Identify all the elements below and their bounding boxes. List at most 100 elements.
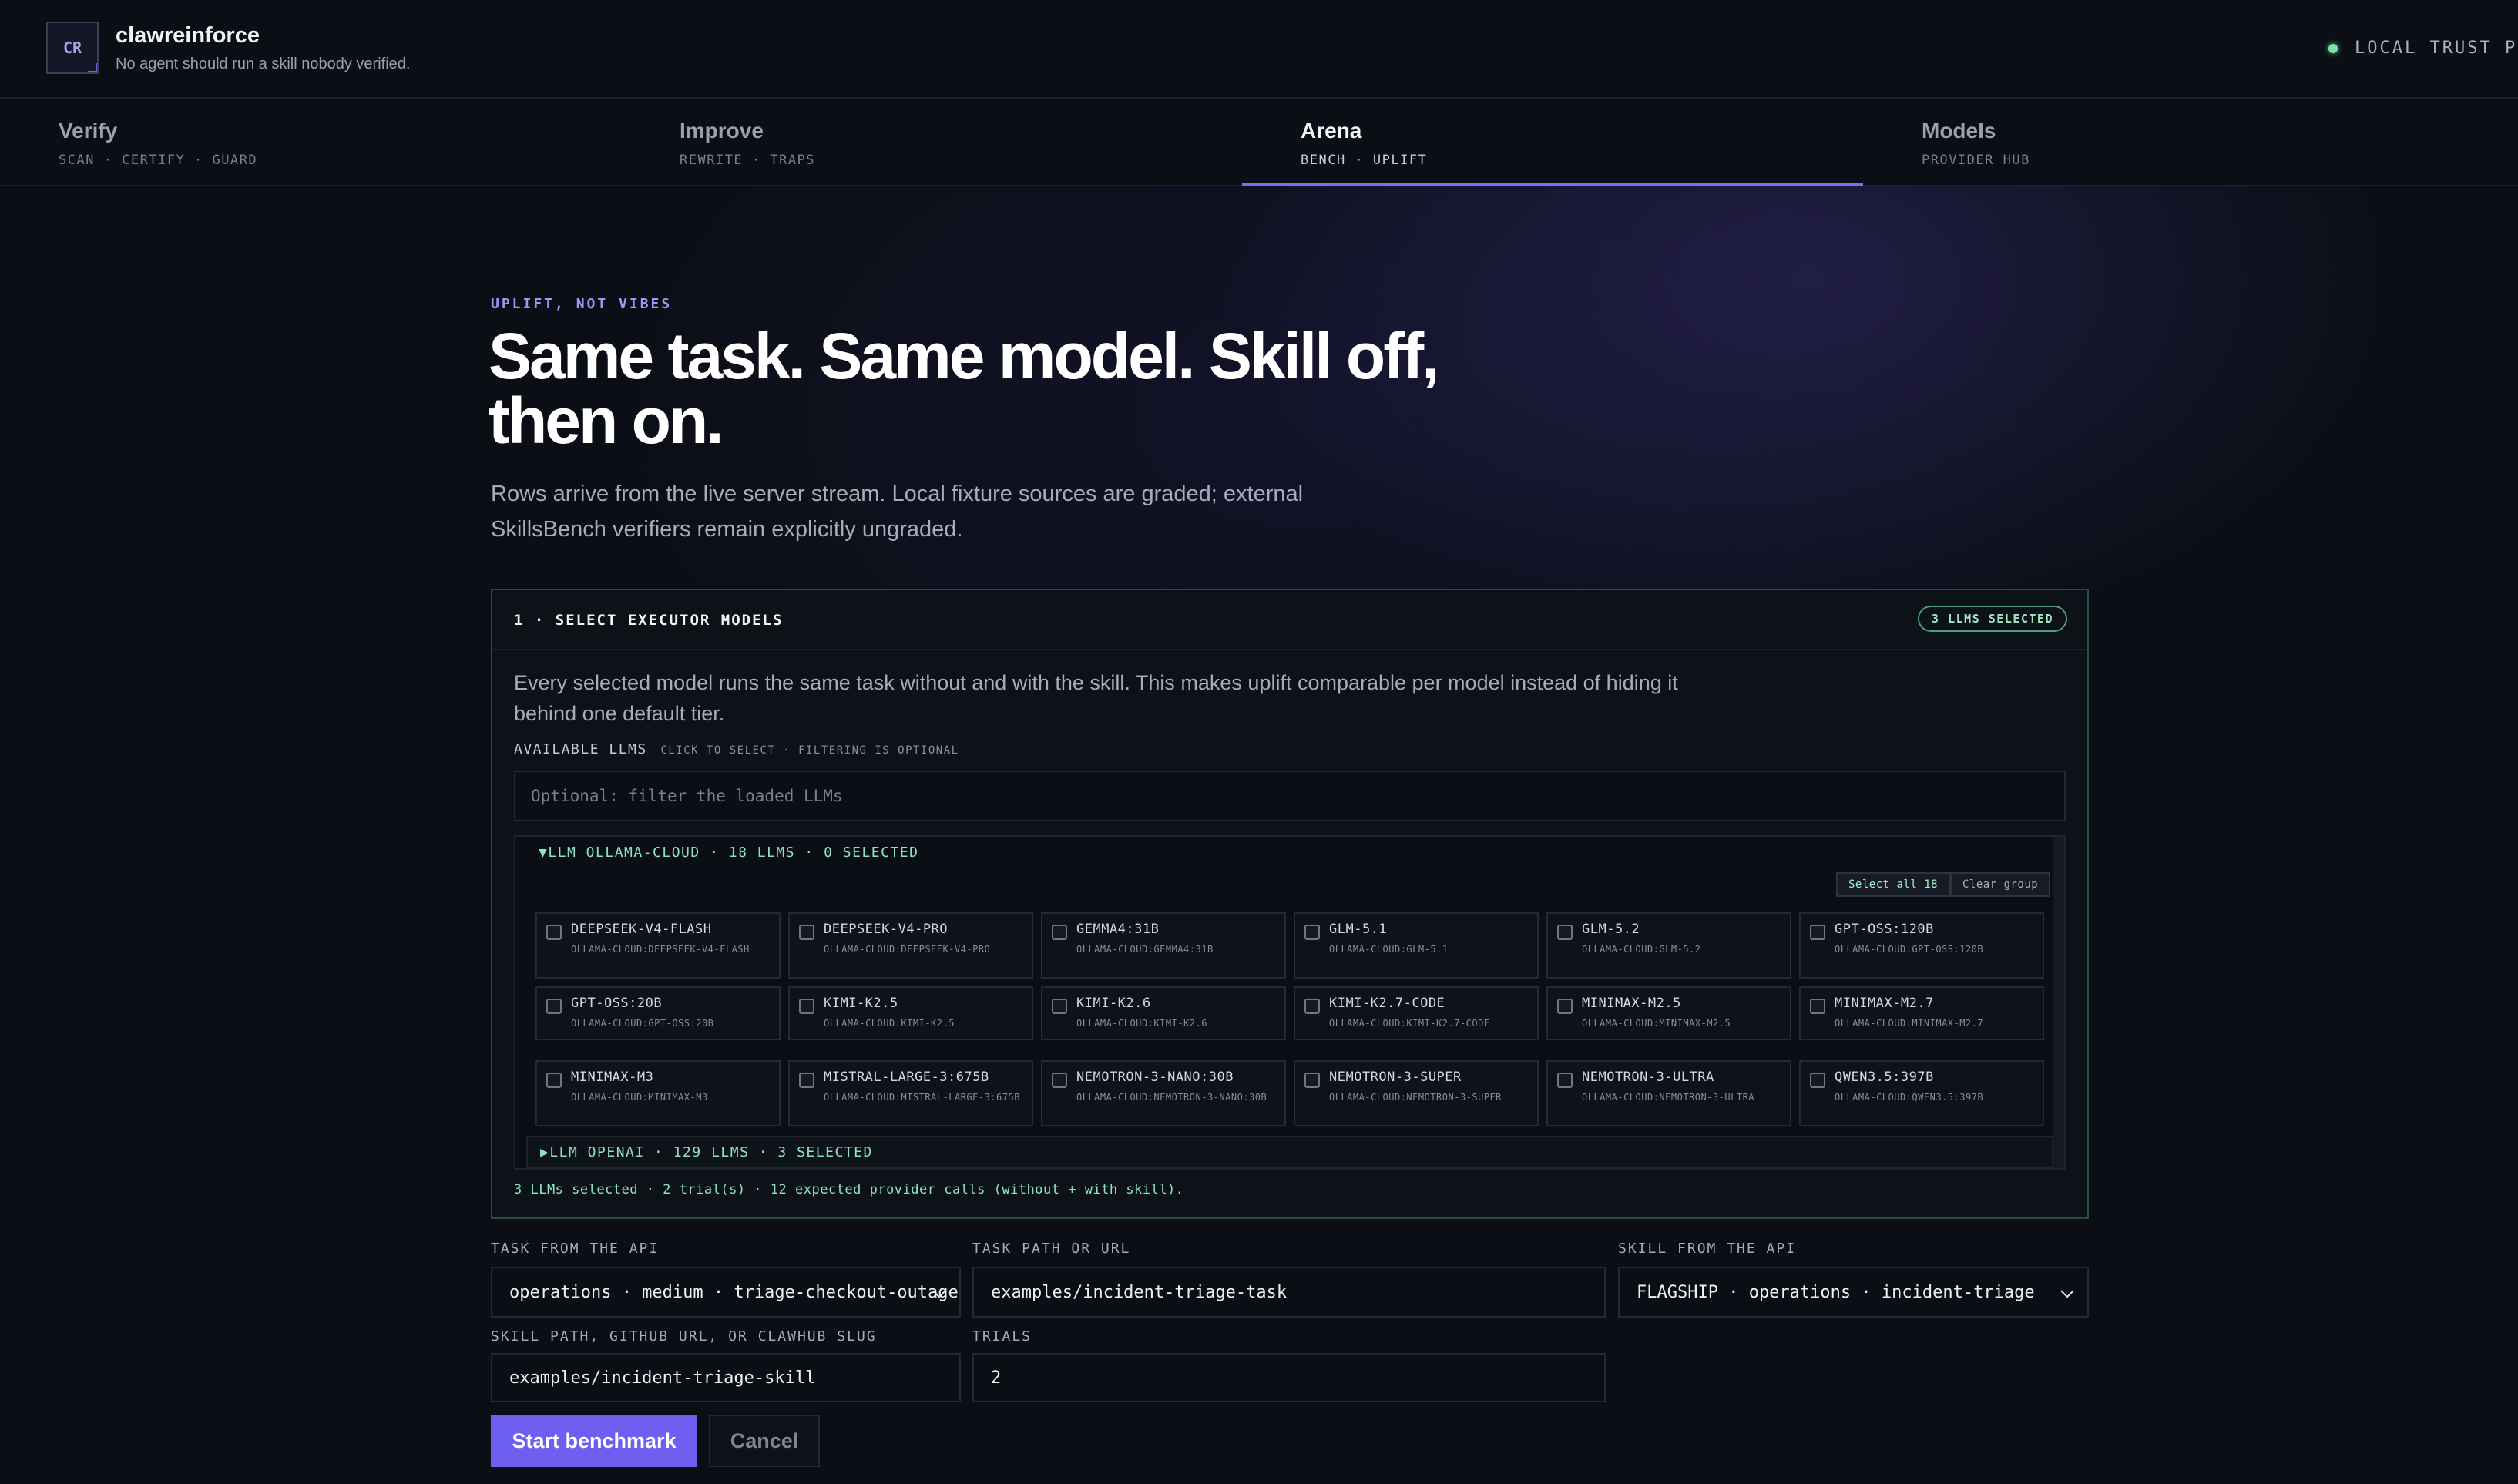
model-card[interactable]: GPT-OSS:120B OLLAMA-CLOUD:GPT-OSS:120B: [1799, 912, 2044, 979]
app-title: clawreinforce: [116, 23, 260, 48]
checkbox[interactable]: [1557, 925, 1573, 940]
available-llms-label: AVAILABLE LLMS CLICK TO SELECT · FILTERI…: [514, 741, 959, 757]
model-card[interactable]: GLM-5.2 OLLAMA-CLOUD:GLM-5.2: [1546, 912, 1791, 979]
model-name: MISTRAL-LARGE-3:675B: [824, 1069, 989, 1085]
checkbox[interactable]: [1052, 1073, 1067, 1088]
model-card[interactable]: DEEPSEEK-V4-FLASH OLLAMA-CLOUD:DEEPSEEK-V…: [535, 912, 781, 979]
checkbox[interactable]: [1052, 999, 1067, 1014]
executor-models-panel: 1 · SELECT EXECUTOR MODELS 3 LLMS SELECT…: [491, 589, 2089, 1219]
tab-arena[interactable]: Arena BENCH · UPLIFT: [1242, 99, 1863, 186]
app-logo[interactable]: CR: [46, 22, 99, 74]
checkbox[interactable]: [799, 925, 814, 940]
task-api-select[interactable]: operations · medium · triage-checkout-ou…: [491, 1267, 961, 1318]
tab-title: Models: [1922, 119, 1996, 143]
clear-group-button[interactable]: Clear group: [1950, 872, 2051, 897]
skill-api-select[interactable]: FLAGSHIP · operations · incident-triage: [1618, 1267, 2089, 1318]
hero-eyebrow: UPLIFT, NOT VIBES: [491, 296, 673, 312]
available-hint: CLICK TO SELECT · FILTERING IS OPTIONAL: [660, 744, 959, 757]
skill-path-input[interactable]: examples/incident-triage-skill: [491, 1353, 961, 1402]
tab-subtitle: PROVIDER HUB: [1922, 153, 2030, 168]
available-label: AVAILABLE LLMS: [514, 741, 647, 757]
model-card[interactable]: QWEN3.5:397B OLLAMA-CLOUD:QWEN3.5:397B: [1799, 1060, 2044, 1126]
model-name: KIMI-K2.5: [824, 995, 898, 1011]
model-card[interactable]: MISTRAL-LARGE-3:675B OLLAMA-CLOUD:MISTRAL…: [788, 1060, 1033, 1126]
main-tabs: Verify SCAN · CERTIFY · GUARD Improve RE…: [0, 99, 2518, 186]
model-id: OLLAMA-CLOUD:GPT-OSS:20B: [571, 1018, 714, 1029]
model-card[interactable]: GPT-OSS:20B OLLAMA-CLOUD:GPT-OSS:20B: [535, 986, 781, 1040]
model-card[interactable]: GEMMA4:31B OLLAMA-CLOUD:GEMMA4:31B: [1041, 912, 1286, 979]
top-bar: CR clawreinforce No agent should run a s…: [0, 0, 2518, 99]
model-id: OLLAMA-CLOUD:NEMOTRON-3-SUPER: [1329, 1092, 1502, 1103]
task-path-input[interactable]: examples/incident-triage-task: [972, 1267, 1606, 1318]
model-name: NEMOTRON-3-NANO:30B: [1076, 1069, 1234, 1085]
model-name: NEMOTRON-3-ULTRA: [1582, 1069, 1714, 1085]
checkbox[interactable]: [1557, 999, 1573, 1014]
chevron-down-icon: [2060, 1284, 2074, 1298]
panel-description: Every selected model runs the same task …: [514, 671, 1678, 725]
model-name: GPT-OSS:120B: [1835, 922, 1934, 937]
model-id: OLLAMA-CLOUD:KIMI-K2.6: [1076, 1018, 1207, 1029]
model-name: GPT-OSS:20B: [571, 995, 663, 1011]
model-card[interactable]: NEMOTRON-3-ULTRA OLLAMA-CLOUD:NEMOTRON-3-…: [1546, 1060, 1791, 1126]
group-header-openai[interactable]: ▶LLM OPENAI · 129 LLMS · 3 SELECTED: [540, 1144, 873, 1160]
model-card[interactable]: MINIMAX-M2.5 OLLAMA-CLOUD:MINIMAX-M2.5: [1546, 986, 1791, 1040]
page-title: Same task. Same model. Skill off, then o…: [488, 320, 1440, 457]
group-header-ollama-cloud[interactable]: ▼LLM OLLAMA-CLOUD · 18 LLMS · 0 SELECTED: [539, 844, 918, 861]
checkbox[interactable]: [1810, 1073, 1825, 1088]
model-card[interactable]: KIMI-K2.7-CODE OLLAMA-CLOUD:KIMI-K2.7-COD…: [1294, 986, 1539, 1040]
checkbox[interactable]: [546, 999, 562, 1014]
model-name: KIMI-K2.6: [1076, 995, 1151, 1011]
tab-title: Arena: [1301, 119, 1362, 143]
selected-count-badge: 3 LLMS SELECTED: [1918, 606, 2067, 632]
provider-group-list: ▼LLM OLLAMA-CLOUD · 18 LLMS · 0 SELECTED…: [514, 835, 2066, 1170]
model-card[interactable]: MINIMAX-M2.7 OLLAMA-CLOUD:MINIMAX-M2.7: [1799, 986, 2044, 1040]
model-name: DEEPSEEK-V4-PRO: [824, 922, 948, 937]
checkbox[interactable]: [1810, 999, 1825, 1014]
select-all-button[interactable]: Select all 18: [1836, 872, 1951, 897]
checkbox[interactable]: [1557, 1073, 1573, 1088]
model-card[interactable]: NEMOTRON-3-NANO:30B OLLAMA-CLOUD:NEMOTRON…: [1041, 1060, 1286, 1126]
provider-group-openai: ▶LLM OPENAI · 129 LLMS · 3 SELECTED: [526, 1136, 2053, 1168]
model-id: OLLAMA-CLOUD:DEEPSEEK-V4-PRO: [824, 944, 991, 955]
model-id: OLLAMA-CLOUD:MINIMAX-M2.5: [1582, 1018, 1731, 1029]
llm-filter-input[interactable]: [514, 771, 2066, 821]
checkbox[interactable]: [799, 999, 814, 1014]
checkbox[interactable]: [1052, 925, 1067, 940]
skill-path-label: SKILL PATH, GITHUB URL, OR CLAWHUB SLUG: [491, 1328, 877, 1345]
skill-api-value: FLAGSHIP · operations · incident-triage: [1637, 1282, 2035, 1302]
checkbox[interactable]: [799, 1073, 814, 1088]
hero-description: Rows arrive from the live server stream.…: [491, 482, 1304, 542]
trials-value: 2: [991, 1368, 1002, 1388]
trials-input[interactable]: 2: [972, 1353, 1606, 1402]
model-card[interactable]: NEMOTRON-3-SUPER OLLAMA-CLOUD:NEMOTRON-3-…: [1294, 1060, 1539, 1126]
trust-status: LOCAL TRUST PLANE: [2328, 39, 2518, 58]
group-scrollbar[interactable]: [2053, 837, 2064, 1168]
model-id: OLLAMA-CLOUD:QWEN3.5:397B: [1835, 1092, 1984, 1103]
task-api-label: TASK FROM THE API: [491, 1241, 660, 1257]
checkbox[interactable]: [1810, 925, 1825, 940]
cancel-button[interactable]: Cancel: [709, 1415, 820, 1467]
checkbox[interactable]: [1304, 1073, 1320, 1088]
trials-label: TRIALS: [972, 1328, 1032, 1345]
model-card[interactable]: KIMI-K2.6 OLLAMA-CLOUD:KIMI-K2.6: [1041, 986, 1286, 1040]
checkbox[interactable]: [1304, 999, 1320, 1014]
tab-subtitle: SCAN · CERTIFY · GUARD: [59, 153, 258, 168]
tab-title: Improve: [680, 119, 764, 143]
task-api-value: operations · medium · triage-checkout-ou…: [509, 1282, 959, 1302]
tab-verify[interactable]: Verify SCAN · CERTIFY · GUARD: [0, 99, 621, 185]
checkbox[interactable]: [1304, 925, 1320, 940]
model-id: OLLAMA-CLOUD:GPT-OSS:120B: [1835, 944, 1984, 955]
model-name: GLM-5.2: [1582, 922, 1640, 937]
model-card[interactable]: GLM-5.1 OLLAMA-CLOUD:GLM-5.1: [1294, 912, 1539, 979]
tab-improve[interactable]: Improve REWRITE · TRAPS: [621, 99, 1242, 185]
model-card[interactable]: KIMI-K2.5 OLLAMA-CLOUD:KIMI-K2.5: [788, 986, 1033, 1040]
model-id: OLLAMA-CLOUD:MINIMAX-M3: [571, 1092, 708, 1103]
tab-models[interactable]: Models PROVIDER HUB: [1863, 99, 2484, 185]
checkbox[interactable]: [546, 925, 562, 940]
model-card[interactable]: MINIMAX-M3 OLLAMA-CLOUD:MINIMAX-M3: [535, 1060, 781, 1126]
model-name: MINIMAX-M3: [571, 1069, 654, 1085]
checkbox[interactable]: [546, 1073, 562, 1088]
model-card[interactable]: DEEPSEEK-V4-PRO OLLAMA-CLOUD:DEEPSEEK-V4-…: [788, 912, 1033, 979]
start-benchmark-button[interactable]: Start benchmark: [491, 1415, 697, 1467]
model-name: GEMMA4:31B: [1076, 922, 1160, 937]
